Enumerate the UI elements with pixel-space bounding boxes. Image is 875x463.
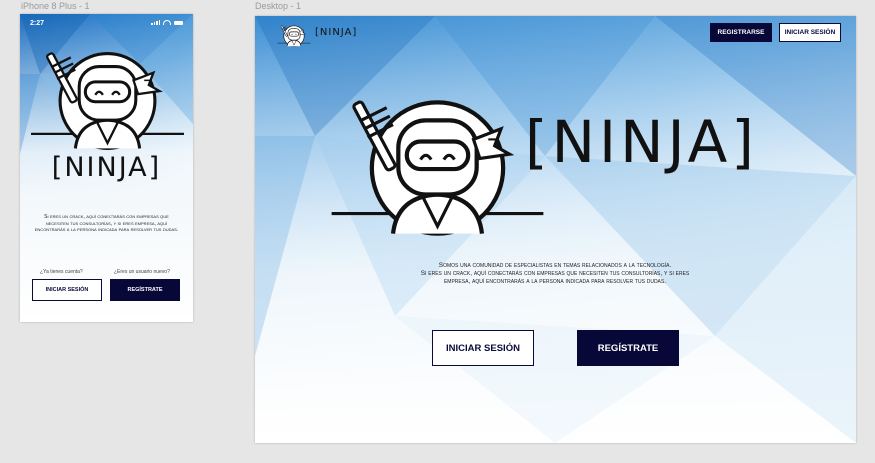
description-line-3: empresa, aquí encontrarás a la persona i… xyxy=(443,278,667,285)
battery-icon xyxy=(174,20,183,25)
mobile-description: Si eres un crack, aquí conectarás con em… xyxy=(34,214,179,233)
description-line-1: Somos una comunidad de especialistas en … xyxy=(438,262,672,269)
status-time: 2:27 xyxy=(30,20,45,27)
ninja-logo-icon xyxy=(30,36,185,166)
desktop-description: Somos una comunidad de especialistas en … xyxy=(315,262,795,286)
desktop-frame-label: Desktop - 1 xyxy=(255,1,302,11)
desktop-signup-button[interactable]: REGÍSTRATE xyxy=(577,330,679,366)
login-prompt: ¿Ya tienes cuenta? xyxy=(40,269,83,275)
header-login-button[interactable]: INICIAR SESIÓN xyxy=(779,23,841,42)
desktop-artboard: [NINJA] REGISTRARSE INICIAR SESIÓN [NINJ… xyxy=(255,16,856,443)
hero-brand-title: [NINJA] xyxy=(525,108,758,176)
description-line-2: Si eres un crack, aquí conectarás con em… xyxy=(420,270,690,277)
header-ninja-logo-icon xyxy=(277,22,311,50)
desktop-login-button[interactable]: INICIAR SESIÓN xyxy=(432,330,534,366)
mobile-artboard: 2:27 [NINJA] Si eres un crack, aquí cone… xyxy=(20,14,193,322)
mobile-login-button[interactable]: INICIAR SESIÓN xyxy=(32,279,102,301)
mobile-frame-label: iPhone 8 Plus - 1 xyxy=(21,1,90,11)
signal-icon xyxy=(151,20,160,25)
hero-ninja-logo-icon xyxy=(330,78,545,258)
header-register-button[interactable]: REGISTRARSE xyxy=(710,23,772,42)
signup-prompt: ¿Eres un usuario nuevo? xyxy=(114,269,170,275)
mobile-signup-button[interactable]: REGÍSTRATE xyxy=(110,279,180,301)
header-logo-text[interactable]: [NINJA] xyxy=(315,27,357,38)
wifi-icon xyxy=(163,20,171,25)
mobile-brand-title: [NINJA] xyxy=(51,152,162,183)
